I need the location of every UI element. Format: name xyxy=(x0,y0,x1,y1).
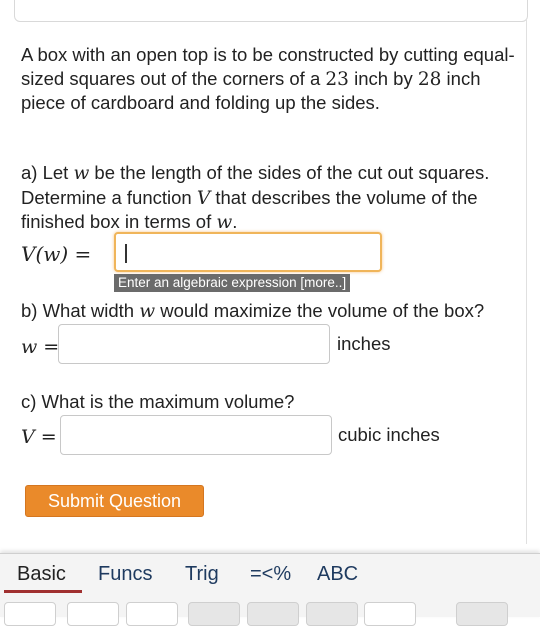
keyboard-key[interactable] xyxy=(4,602,56,626)
tab-abc[interactable]: ABC xyxy=(317,563,358,586)
intro-mid-text: inch by xyxy=(348,67,418,89)
keyboard-key[interactable] xyxy=(364,602,416,626)
submit-question-button[interactable]: Submit Question xyxy=(25,485,204,517)
part-a-text-4: . xyxy=(232,211,238,232)
part-c-question: c) What is the maximum volume? xyxy=(21,391,295,412)
volume-unit: cubic inches xyxy=(338,424,440,445)
dimension-2: 28 xyxy=(417,68,442,90)
keyboard-key[interactable] xyxy=(67,602,119,626)
keyboard-key[interactable] xyxy=(188,602,240,626)
math-keyboard: Basic Funcs Trig =<% ABC xyxy=(0,553,540,626)
input-hint-tooltip[interactable]: Enter an algebraic expression [more..] xyxy=(114,274,351,292)
max-volume-input[interactable] xyxy=(60,415,332,455)
var-V: V xyxy=(196,187,211,209)
tab-basic[interactable]: Basic xyxy=(17,563,66,586)
tab-trig[interactable]: Trig xyxy=(185,563,219,586)
part-a-text-1: a) Let xyxy=(21,162,74,183)
keyboard-key[interactable] xyxy=(456,602,508,626)
text-caret xyxy=(125,244,127,263)
volume-label: V = xyxy=(21,426,57,448)
active-tab-indicator xyxy=(4,590,82,593)
var-w-2: w xyxy=(216,212,233,233)
content-border xyxy=(526,20,527,544)
volume-function-input[interactable] xyxy=(114,232,382,272)
tab-comparison[interactable]: =<% xyxy=(250,563,291,586)
part-b-text-1: b) What width xyxy=(21,300,140,321)
width-input[interactable] xyxy=(58,324,330,364)
tab-funcs[interactable]: Funcs xyxy=(98,563,152,586)
width-unit: inches xyxy=(337,333,391,354)
part-a-question: a) Let w be the length of the sides of t… xyxy=(21,161,531,235)
keyboard-key[interactable] xyxy=(306,602,358,626)
var-w: w xyxy=(73,163,90,184)
var-w-b: w xyxy=(139,301,156,322)
part-b-question: b) What width w would maximize the volum… xyxy=(21,299,484,324)
function-label: V(w) = xyxy=(21,242,92,266)
keyboard-key[interactable] xyxy=(247,602,299,626)
problem-statement: A box with an open top is to be construc… xyxy=(21,43,526,115)
previous-question-card xyxy=(14,0,528,22)
width-label: w = xyxy=(21,336,60,358)
keyboard-key[interactable] xyxy=(126,602,178,626)
part-b-text-2: would maximize the volume of the box? xyxy=(155,300,485,321)
dimension-1: 23 xyxy=(325,68,349,90)
